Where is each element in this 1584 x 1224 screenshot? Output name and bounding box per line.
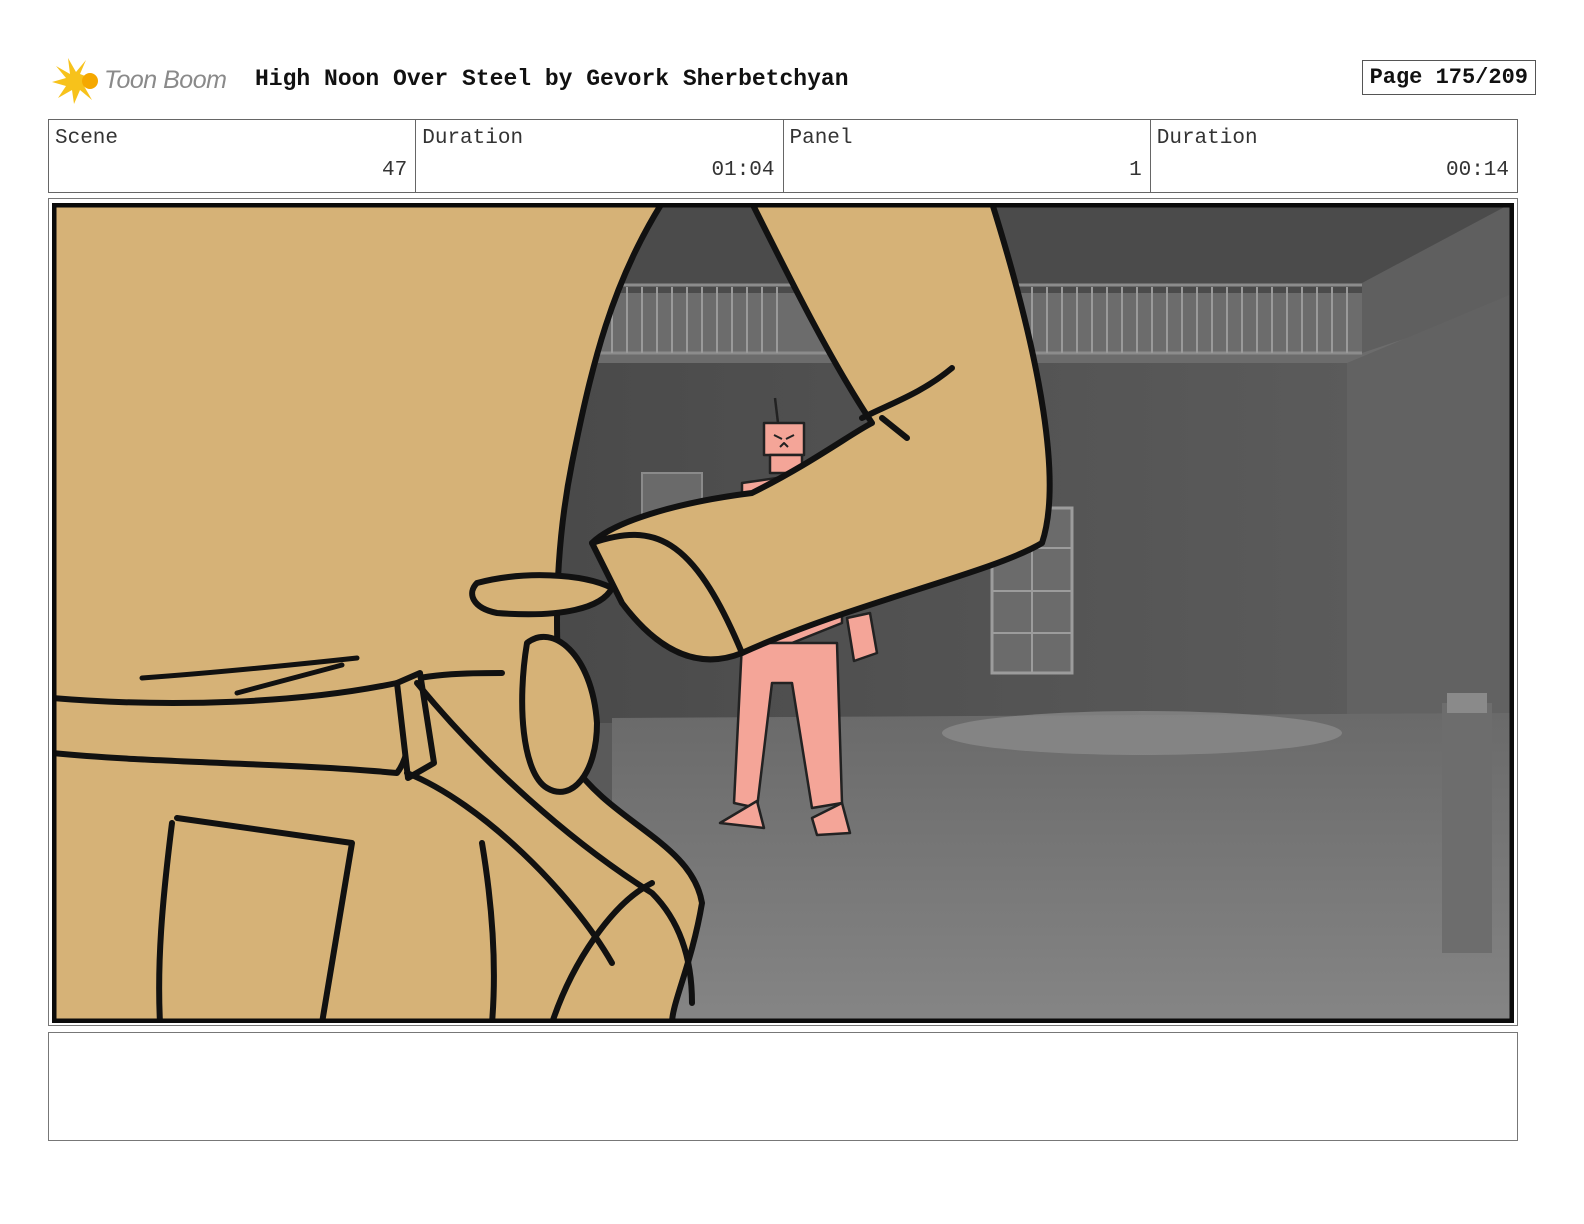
toon-boom-logo: Toon Boom bbox=[50, 56, 240, 106]
panel-cell: Panel 1 bbox=[784, 120, 1151, 192]
starburst-icon bbox=[52, 58, 98, 104]
scene-value: 47 bbox=[382, 159, 408, 182]
scene-cell: Scene 47 bbox=[49, 120, 417, 192]
scene-duration-label: Duration bbox=[422, 127, 524, 150]
logo-text: Toon Boom bbox=[104, 66, 227, 94]
scene-duration-cell: Duration 01:04 bbox=[416, 120, 784, 192]
storyboard-panel-image bbox=[52, 203, 1514, 1023]
page-number: Page 175/209 bbox=[1361, 60, 1536, 95]
scene-label: Scene bbox=[55, 127, 119, 150]
page-header: Toon Boom High Noon Over Steel by Gevork… bbox=[50, 52, 1536, 108]
panel-label: Panel bbox=[789, 127, 853, 150]
panel-duration-label: Duration bbox=[1156, 127, 1258, 150]
scene-info-table: Scene 47 Duration 01:04 Panel 1 Duration… bbox=[48, 119, 1518, 193]
panel-value: 1 bbox=[1129, 159, 1142, 182]
panel-duration-value: 00:14 bbox=[1445, 159, 1509, 182]
scene-duration-value: 01:04 bbox=[711, 159, 775, 182]
document-title: High Noon Over Steel by Gevork Sherbetch… bbox=[255, 66, 849, 92]
panel-notes-box bbox=[48, 1032, 1518, 1141]
panel-duration-cell: Duration 00:14 bbox=[1151, 120, 1517, 192]
